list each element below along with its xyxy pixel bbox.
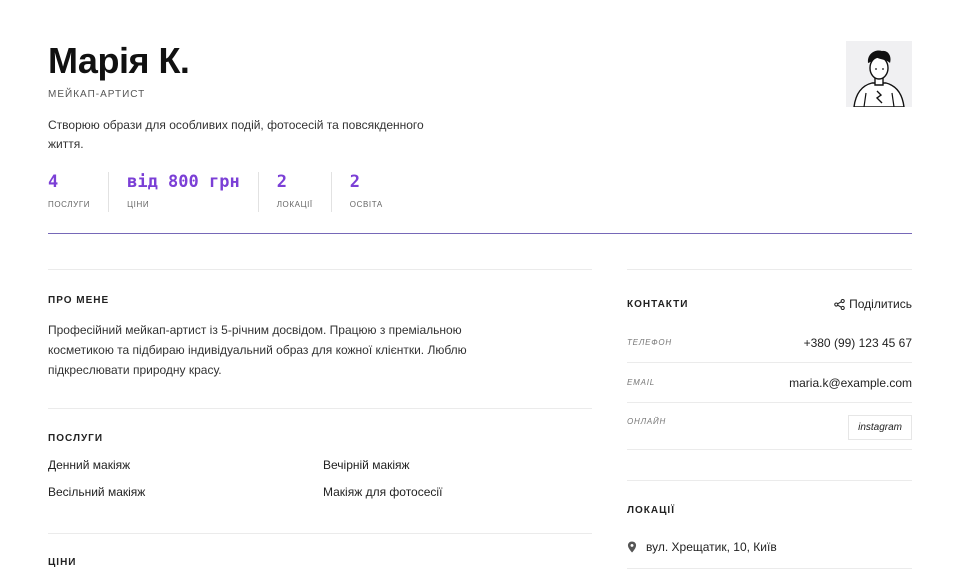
profile-page: Марія К. МЕЙКАП-АРТИСТ Створюю образи дл…: [48, 0, 912, 576]
instagram-link[interactable]: instagram: [848, 415, 912, 440]
avatar-illustration: [846, 41, 912, 107]
phone-label: ТЕЛЕФОН: [627, 338, 673, 347]
about-title: ПРО МЕНЕ: [48, 295, 110, 306]
prices-title: ЦІНИ: [48, 557, 77, 568]
side-column: КОНТАКТИ Поділитись ТЕЛЕФОН +380 (99) 12…: [627, 269, 912, 569]
stat-locations: 2 ЛОКАЦІЇ: [257, 172, 331, 212]
about-text: Професійний мейкап-артист із 5-річним до…: [48, 323, 467, 377]
phone-value[interactable]: +380 (99) 123 45 67: [804, 336, 912, 350]
stat-label: ЛОКАЦІЇ: [276, 200, 313, 209]
services-list: Денний макіяж Вечірній макіяж Весільний …: [48, 458, 592, 499]
service-item: Вечірній макіяж: [323, 458, 410, 472]
share-label: Поділитись: [849, 297, 912, 311]
map-pin-icon: [627, 541, 637, 553]
profile-role: МЕЙКАП-АРТИСТ: [48, 89, 146, 100]
service-item: Весільний макіяж: [48, 485, 146, 499]
main-column: ПРО МЕНЕ Професійний мейкап-артист із 5-…: [48, 269, 592, 568]
profile-name: Марія К.: [48, 40, 190, 81]
stat-label: ЦІНИ: [127, 200, 150, 209]
stat-services: 4 ПОСЛУГИ: [48, 172, 108, 212]
stat-label: ПОСЛУГИ: [48, 200, 91, 209]
services-title: ПОСЛУГИ: [48, 433, 104, 444]
stat-prices: від 800 грн ЦІНИ: [108, 172, 258, 212]
avatar: [846, 41, 912, 107]
prices-section: ЦІНИ: [48, 533, 592, 568]
service-item: Денний макіяж: [48, 458, 131, 472]
stat-value: 2: [276, 172, 287, 192]
service-item: Макіяж для фотосесії: [323, 485, 443, 499]
stats-bar: 4 ПОСЛУГИ від 800 грн ЦІНИ 2 ЛОКАЦІЇ 2 О…: [48, 172, 401, 212]
contact-row-email: EMAIL maria.k@example.com: [627, 363, 912, 403]
location-address: вул. Хрещатик, 10, Київ: [646, 540, 777, 554]
locations-title: ЛОКАЦІЇ: [627, 505, 675, 516]
locations-section: ЛОКАЦІЇ вул. Хрещатик, 10, Київ: [627, 480, 912, 569]
stat-value: 4: [48, 172, 59, 192]
stat-value: від 800 грн: [127, 172, 240, 192]
share-icon: [834, 298, 845, 310]
header-divider: [48, 233, 912, 234]
contact-row-phone: ТЕЛЕФОН +380 (99) 123 45 67: [627, 323, 912, 363]
profile-tagline: Створюю образи для особливих подій, фото…: [48, 118, 424, 151]
services-section: ПОСЛУГИ Денний макіяж Вечірній макіяж Ве…: [48, 408, 592, 533]
stat-education: 2 ОСВІТА: [330, 172, 401, 212]
about-section: ПРО МЕНЕ Професійний мейкап-артист із 5-…: [48, 269, 592, 408]
stat-label: ОСВІТА: [349, 200, 383, 209]
stat-value: 2: [349, 172, 360, 192]
share-button[interactable]: Поділитись: [834, 297, 912, 311]
contacts-title: КОНТАКТИ: [627, 298, 689, 310]
contacts-header: КОНТАКТИ Поділитись: [627, 269, 912, 315]
contact-row-online: ОНЛАЙН instagram: [627, 403, 912, 450]
location-item[interactable]: вул. Хрещатик, 10, Київ: [627, 540, 912, 569]
email-label: EMAIL: [627, 378, 656, 387]
online-label: ОНЛАЙН: [627, 417, 667, 426]
email-value[interactable]: maria.k@example.com: [789, 376, 912, 390]
